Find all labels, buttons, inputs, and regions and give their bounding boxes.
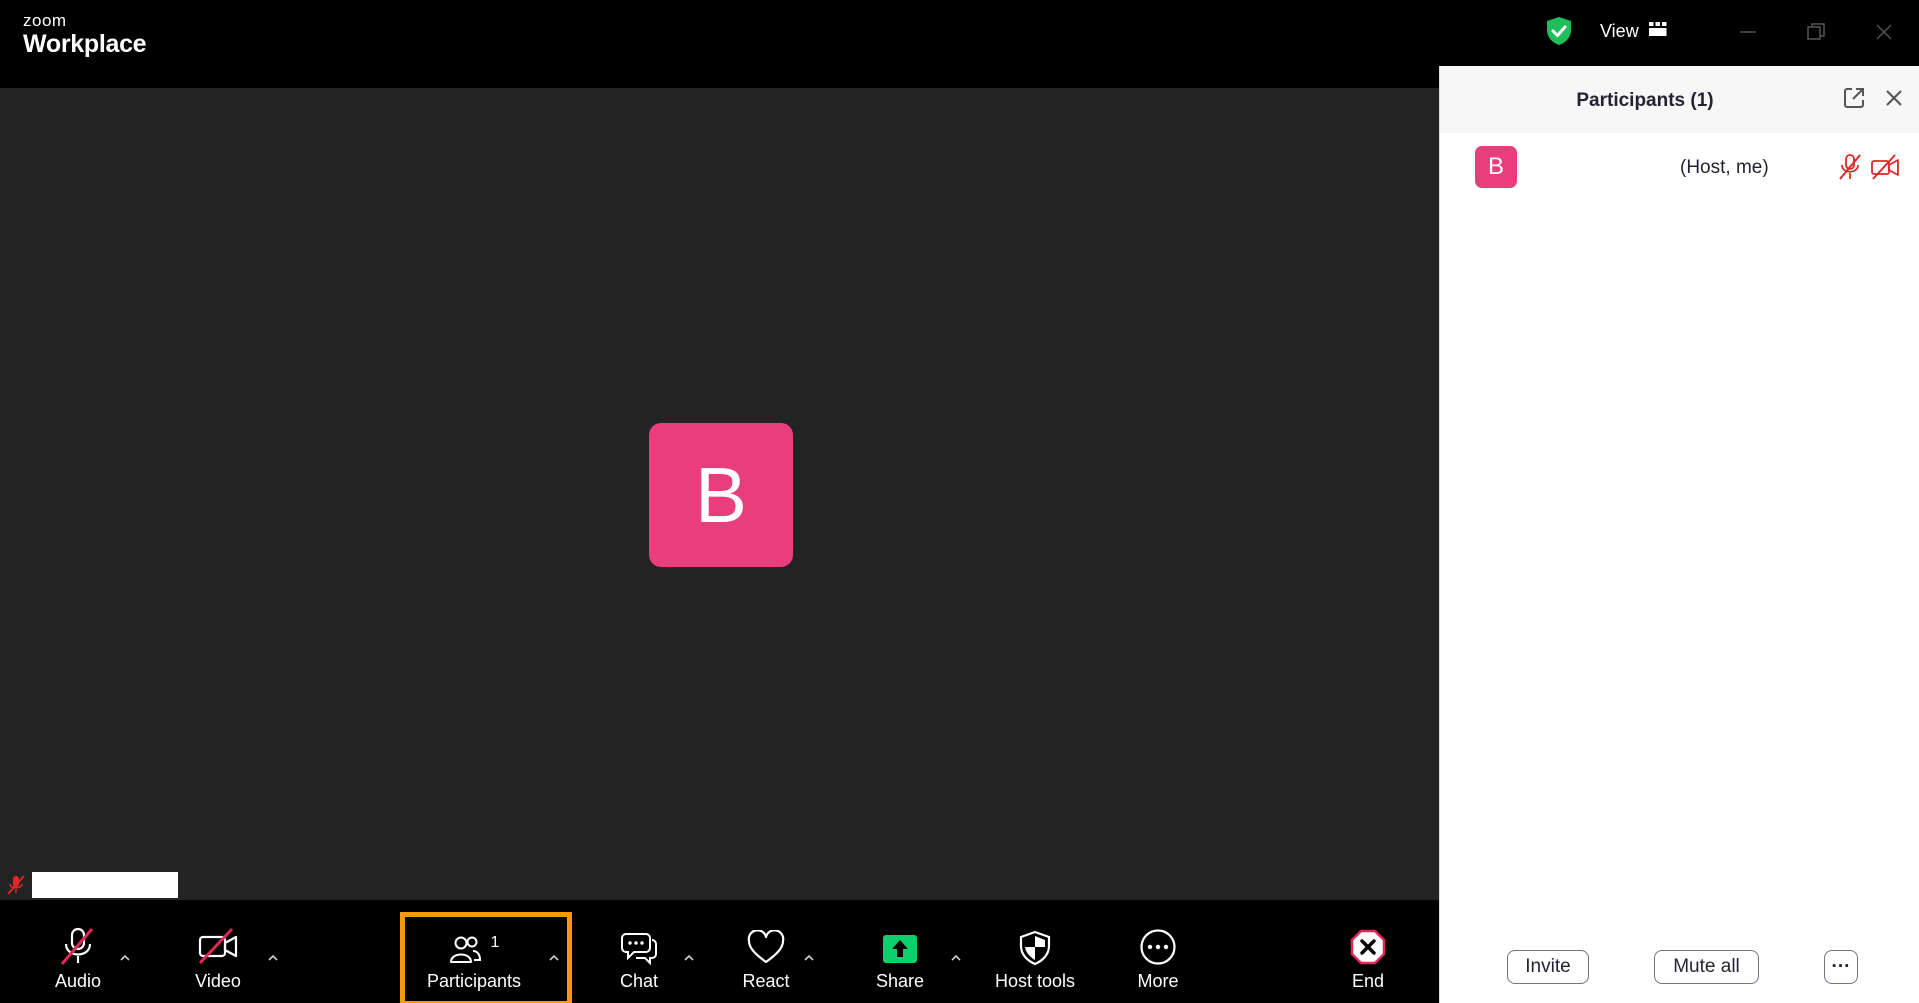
pop-out-icon [1844,88,1864,108]
muted-mic-icon [7,875,25,895]
participant-name-tag [6,872,178,898]
chat-icon [621,933,657,966]
host-shield-icon [1019,930,1051,966]
chat-label: Chat [619,971,659,991]
share-label: Share [875,971,925,991]
heart-icon [747,930,785,964]
participants-panel-title: Participants (1) [1576,90,1714,111]
meeting-toolbar: Audio Video 1 Participants Chat React Sh… [0,920,1439,1003]
minimize-icon [1740,31,1756,33]
app-logo: zoom Workplace [23,11,147,59]
panel-more-button[interactable]: ··· [1824,950,1858,984]
video-area: B [0,88,1439,900]
audio-label: Audio [54,971,102,991]
video-off-icon [198,927,238,965]
muted-mic-icon [60,927,94,965]
video-label: Video [195,971,241,991]
close-window-button[interactable] [1866,14,1902,50]
restore-icon [1807,23,1825,40]
zoom-window: zoom Workplace View B Audio Video 1 Part… [0,0,1919,1003]
participant-video-off-icon[interactable] [1870,153,1900,186]
participant-avatar: B [1475,146,1517,188]
minimize-button[interactable] [1730,14,1766,50]
chat-options-caret[interactable] [679,948,699,968]
participants-panel-footer: Invite Mute all ··· [1440,950,1919,990]
audio-options-caret[interactable] [115,948,135,968]
participants-panel: Participants (1) B (Host, me) Invite Mut… [1439,66,1919,1003]
chevron-up-icon [951,954,961,961]
end-label: End [1351,971,1385,991]
share-button[interactable]: Share [866,920,934,1003]
mute-all-button[interactable]: Mute all [1654,950,1759,984]
view-button[interactable]: View [1600,16,1667,46]
close-icon [1886,90,1902,106]
participant-name-box [32,872,178,898]
react-options-caret[interactable] [799,948,819,968]
participant-video-avatar: B [649,423,793,567]
video-button[interactable]: Video [180,920,256,1003]
video-options-caret[interactable] [263,948,283,968]
pop-out-button[interactable] [1842,86,1868,112]
logo-workplace-text: Workplace [23,30,147,58]
view-label: View [1600,20,1639,41]
more-button[interactable]: More [1126,920,1190,1003]
share-screen-icon [883,935,917,963]
chevron-up-icon [268,954,278,961]
logo-zoom-text: zoom [23,11,67,30]
participant-row[interactable]: B (Host, me) [1440,146,1919,196]
chevron-up-icon [120,954,130,961]
more-dots-icon [1140,929,1176,965]
chevron-up-icon [684,954,694,961]
participants-highlight-box [400,912,572,1003]
close-icon [1876,24,1892,40]
audio-button[interactable]: Audio [40,920,116,1003]
host-tools-button[interactable]: Host tools [985,920,1085,1003]
chevron-up-icon [804,954,814,961]
end-meeting-button[interactable]: End [1336,920,1400,1003]
end-meeting-icon [1350,929,1386,965]
encryption-shield-icon[interactable] [1545,16,1573,46]
chat-button[interactable]: Chat [605,920,673,1003]
participants-panel-header: Participants (1) [1440,66,1919,133]
invite-button[interactable]: Invite [1507,950,1589,984]
grid-view-icon [1648,21,1667,42]
participant-mic-muted-icon[interactable] [1837,153,1863,186]
host-tools-label: Host tools [994,971,1076,991]
title-bar: zoom Workplace View [0,0,1919,66]
restore-button[interactable] [1798,14,1834,50]
react-button[interactable]: React [730,920,802,1003]
close-panel-button[interactable] [1882,86,1908,112]
react-label: React [742,971,790,991]
more-label: More [1137,971,1179,991]
share-options-caret[interactable] [946,948,966,968]
